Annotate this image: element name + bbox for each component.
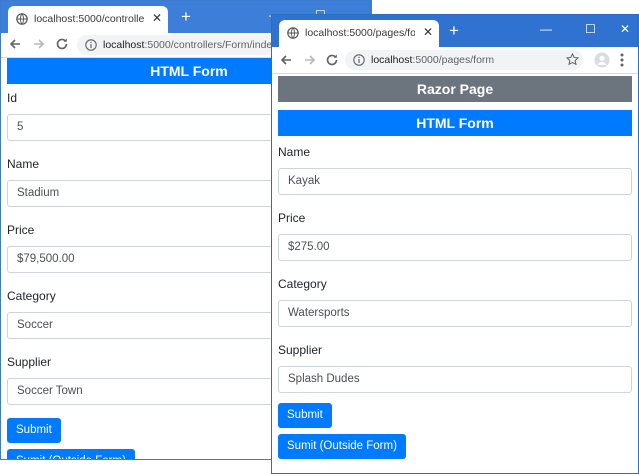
back-arrow-icon[interactable]	[7, 36, 23, 52]
forward-arrow-icon[interactable]	[302, 52, 318, 68]
price-label: Price	[278, 211, 306, 225]
minimize-icon[interactable]: —	[540, 22, 552, 36]
profile-avatar-icon[interactable]	[594, 52, 610, 68]
submit-button[interactable]: Submit	[7, 418, 61, 443]
page-content: Razor Page HTML Form Name Kayak Price $2…	[278, 76, 632, 473]
browser-tab[interactable]: localhost:5000/pages/form ✕	[279, 20, 439, 47]
reload-icon[interactable]	[324, 52, 340, 68]
tab-title: localhost:5000/controllers/Form/index/5	[34, 13, 144, 25]
new-tab-button[interactable]: +	[449, 21, 459, 41]
new-tab-button[interactable]: +	[181, 7, 191, 27]
submit-outside-form-button[interactable]: Sumit (Outside Form)	[278, 434, 406, 459]
close-window-icon[interactable]: ✕	[620, 22, 630, 36]
maximize-icon[interactable]: ☐	[585, 22, 596, 36]
category-input[interactable]: Watersports	[278, 300, 632, 327]
price-input[interactable]: $275.00	[278, 234, 632, 261]
name-input[interactable]: Kayak	[278, 168, 632, 195]
info-icon[interactable]	[85, 39, 97, 51]
url-text: localhost:5000/controllers/Form/index/5	[103, 35, 286, 55]
supplier-label: Supplier	[278, 343, 323, 357]
html-form-banner: HTML Form	[278, 110, 632, 136]
tab-title: localhost:5000/pages/form	[305, 27, 415, 39]
globe-icon	[16, 13, 28, 25]
close-tab-icon[interactable]: ✕	[152, 11, 162, 25]
close-tab-icon[interactable]: ✕	[423, 25, 433, 39]
info-icon[interactable]	[353, 54, 365, 66]
reload-icon[interactable]	[54, 36, 70, 52]
url-host: localhost	[103, 39, 145, 51]
browser-toolbar: localhost:5000/pages/form	[272, 47, 638, 74]
submit-button[interactable]: Submit	[278, 403, 332, 428]
address-bar[interactable]: localhost:5000/pages/form	[345, 50, 583, 70]
globe-icon	[287, 27, 299, 39]
name-label: Name	[278, 145, 311, 159]
supplier-input[interactable]: Splash Dudes	[278, 366, 632, 393]
more-menu-icon[interactable]	[620, 53, 624, 67]
url-path: :5000/pages/form	[412, 54, 495, 66]
url-text: localhost:5000/pages/form	[371, 50, 494, 70]
browser-tab[interactable]: localhost:5000/controllers/Form/index/5 …	[8, 6, 168, 33]
category-label: Category	[278, 277, 327, 291]
url-host: localhost	[371, 54, 413, 66]
title-bar: localhost:5000/pages/form ✕ + — ☐ ✕	[272, 15, 638, 47]
razor-page-banner: Razor Page	[278, 76, 632, 102]
submit-outside-form-button[interactable]: Sumit (Outside Form)	[7, 449, 135, 459]
back-arrow-icon[interactable]	[278, 52, 294, 68]
forward-arrow-icon[interactable]	[31, 36, 47, 52]
browser-window-front: localhost:5000/pages/form ✕ + — ☐ ✕ loca…	[271, 14, 639, 474]
bookmark-star-icon[interactable]	[566, 53, 579, 66]
url-path: :5000/controllers/Form/index/5	[144, 39, 287, 51]
